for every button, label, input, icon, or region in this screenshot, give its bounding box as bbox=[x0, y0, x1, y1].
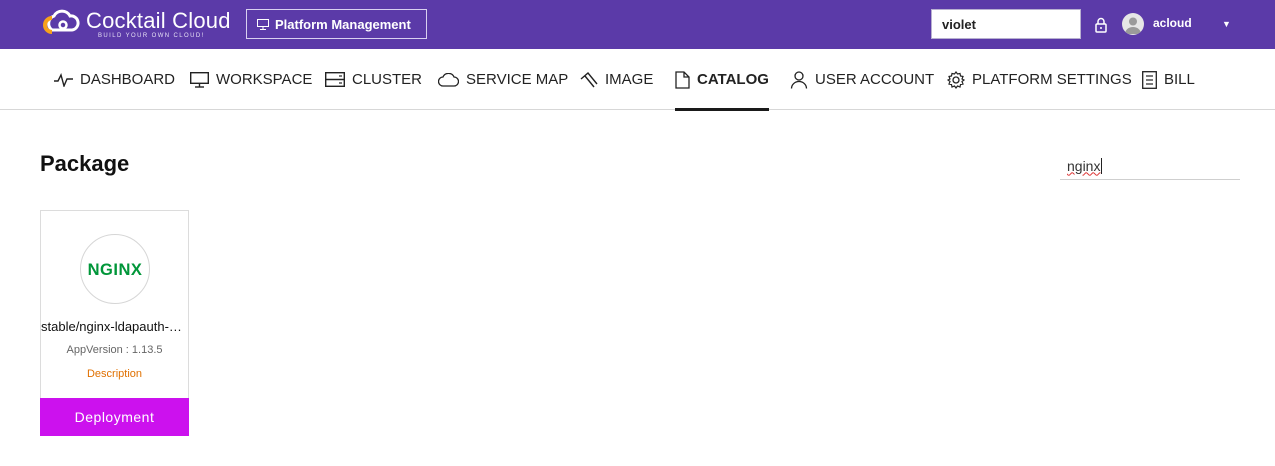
monitor-icon bbox=[257, 18, 269, 30]
nginx-logo-text: NGINX bbox=[88, 261, 143, 279]
search-input[interactable]: nginx bbox=[1060, 152, 1240, 180]
nav-item-label: DASHBOARD bbox=[80, 71, 176, 88]
nav-item-label: USER ACCOUNT bbox=[815, 71, 935, 88]
gear-icon bbox=[947, 70, 965, 89]
top-bar: Cocktail Cloud BUILD YOUR OWN CLOUD! Pla… bbox=[0, 0, 1275, 49]
user-name[interactable]: acloud bbox=[1153, 16, 1192, 30]
package-card[interactable]: NGINX stable/nginx-ldapauth-proxy AppVer… bbox=[40, 210, 189, 436]
deployment-button[interactable]: Deployment bbox=[40, 398, 189, 436]
user-icon bbox=[790, 70, 808, 89]
monitor-icon bbox=[190, 71, 209, 88]
brand-tagline: BUILD YOUR OWN CLOUD! bbox=[98, 33, 205, 39]
nav-item-label: PLATFORM SETTINGS bbox=[972, 71, 1132, 88]
lock-icon[interactable] bbox=[1094, 17, 1108, 33]
text-cursor bbox=[1101, 157, 1103, 174]
user-avatar-icon bbox=[1125, 17, 1141, 34]
description-link[interactable]: Description bbox=[41, 368, 188, 380]
nav-item-image[interactable]: IMAGE bbox=[580, 49, 653, 110]
nav-item-label: CLUSTER bbox=[352, 71, 423, 88]
package-version: AppVersion : 1.13.5 bbox=[66, 344, 163, 356]
avatar[interactable] bbox=[1122, 13, 1144, 35]
search-value: nginx bbox=[1067, 157, 1101, 174]
nav-item-bill[interactable]: BILL bbox=[1142, 49, 1195, 110]
nav-item-label: BILL bbox=[1164, 71, 1195, 88]
cloud-c-logo-icon bbox=[43, 9, 80, 34]
nav-item-catalog[interactable]: CATALOG bbox=[675, 49, 769, 111]
package-logo: NGINX bbox=[80, 234, 150, 304]
page-title: Package bbox=[40, 151, 130, 176]
cloud-icon bbox=[438, 72, 459, 87]
nav-item-label: IMAGE bbox=[605, 71, 654, 88]
main-nav: DASHBOARD WORKSPACE CLUSTER SERVICE MAP … bbox=[0, 49, 1275, 111]
platform-management-label: Platform Management bbox=[275, 16, 411, 32]
nav-item-workspace[interactable]: WORKSPACE bbox=[190, 49, 312, 110]
nav-item-label: CATALOG bbox=[697, 71, 769, 88]
nav-item-user-account[interactable]: USER ACCOUNT bbox=[790, 49, 934, 110]
nav-item-service-map[interactable]: SERVICE MAP bbox=[438, 49, 568, 110]
nav-item-label: SERVICE MAP bbox=[466, 71, 569, 88]
document-icon bbox=[675, 70, 690, 89]
nav-item-platform-settings[interactable]: PLATFORM SETTINGS bbox=[947, 49, 1132, 110]
brand-name: Cocktail Cloud bbox=[86, 8, 231, 33]
nav-item-label: WORKSPACE bbox=[216, 71, 313, 88]
brand-logo[interactable]: Cocktail Cloud BUILD YOUR OWN CLOUD! bbox=[42, 8, 231, 39]
nav-item-cluster[interactable]: CLUSTER bbox=[325, 49, 422, 110]
chevron-down-icon[interactable]: ▼ bbox=[1222, 19, 1231, 29]
pulse-icon bbox=[54, 72, 73, 87]
image-icon bbox=[580, 71, 598, 87]
server-icon bbox=[325, 72, 345, 87]
nginx-logo-icon: NGINX bbox=[88, 261, 143, 279]
platform-management-button[interactable]: Platform Management bbox=[246, 9, 427, 39]
nav-item-dashboard[interactable]: DASHBOARD bbox=[54, 49, 175, 110]
receipt-icon bbox=[1142, 70, 1157, 89]
package-name: stable/nginx-ldapauth-proxy bbox=[41, 319, 188, 334]
account-select[interactable]: violet bbox=[931, 9, 1081, 39]
